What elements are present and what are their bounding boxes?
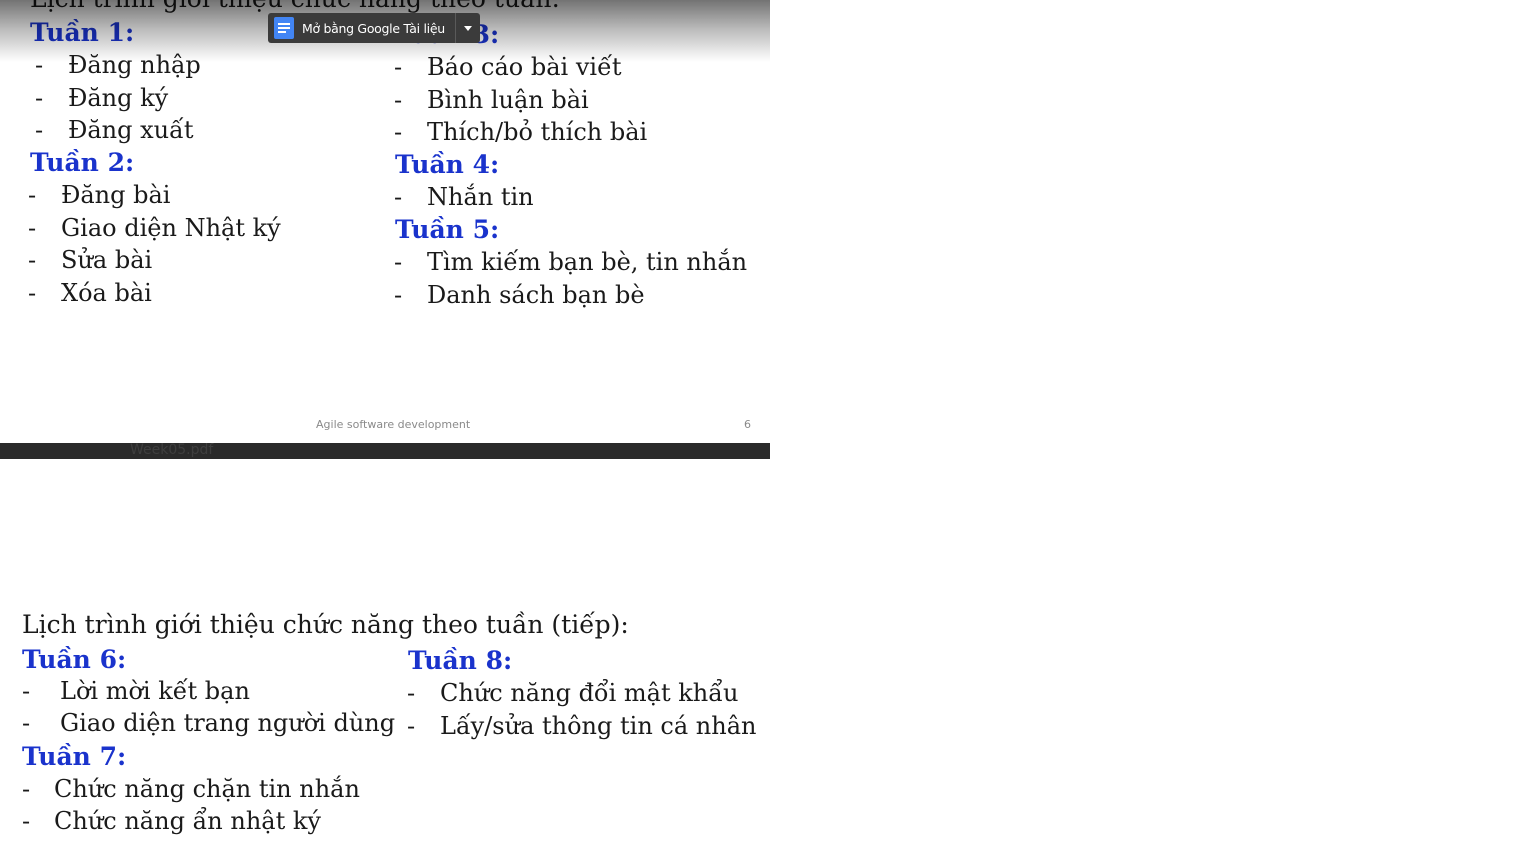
list-item: - Danh sách bạn bè (394, 281, 645, 309)
list-item: - Xóa bài (28, 279, 152, 307)
pdf-filename: Week05.pdf (130, 442, 214, 458)
list-item: - Đăng ký (35, 84, 169, 112)
week-6-heading: Tuần 6: (22, 645, 127, 674)
week-7-heading: Tuần 7: (22, 742, 127, 771)
list-item: - Sửa bài (28, 246, 153, 274)
slide-page-6: Lịch trình giới thiệu chức năng theo tuầ… (0, 0, 770, 443)
week-2-heading: Tuần 2: (30, 148, 135, 177)
google-docs-icon (274, 17, 294, 39)
list-item: - Đăng xuất (35, 116, 194, 144)
chevron-down-icon[interactable] (456, 13, 480, 43)
list-item: - Giao diện Nhật ký (28, 214, 281, 242)
list-item: - Chức năng chặn tin nhắn (22, 775, 360, 803)
list-item: - Lấy/sửa thông tin cá nhân (407, 712, 757, 740)
slide-page-number: 6 (744, 418, 751, 431)
list-item: - Lời mời kết bạn (22, 677, 250, 705)
list-item: - Báo cáo bài viết (394, 53, 622, 81)
open-with-label: Mở bằng Google Tài liệu (302, 20, 445, 36)
list-item: - Đăng bài (28, 181, 171, 209)
week-1-heading: Tuần 1: (30, 18, 135, 47)
slide-title: Lịch trình giới thiệu chức năng theo tuầ… (22, 610, 629, 639)
week-4-heading: Tuần 4: (395, 150, 500, 179)
slide-footer: Agile software development (316, 418, 471, 431)
list-item: - Đăng nhập (35, 51, 201, 79)
week-8-heading: Tuần 8: (408, 646, 513, 675)
list-item: - Nhắn tin (394, 183, 534, 211)
list-item: - Tìm kiếm bạn bè, tin nhắn (394, 248, 748, 276)
slide-continued: Lịch trình giới thiệu chức năng theo tuầ… (0, 600, 770, 864)
list-item: - Giao diện trang người dùng (22, 709, 396, 737)
list-item: - Thích/bỏ thích bài (394, 118, 648, 146)
list-item: - Bình luận bài (394, 86, 589, 114)
pdf-viewer-bar: Week05.pdf (0, 442, 770, 459)
list-item: - Chức năng ẩn nhật ký (22, 807, 321, 835)
slide-title-cut: Lịch trình giới thiệu chức năng theo tuầ… (30, 0, 560, 13)
list-item: - Chức năng đổi mật khẩu (407, 679, 739, 707)
week-5-heading: Tuần 5: (395, 215, 500, 244)
open-with-google-docs-button[interactable]: Mở bằng Google Tài liệu (268, 13, 480, 43)
